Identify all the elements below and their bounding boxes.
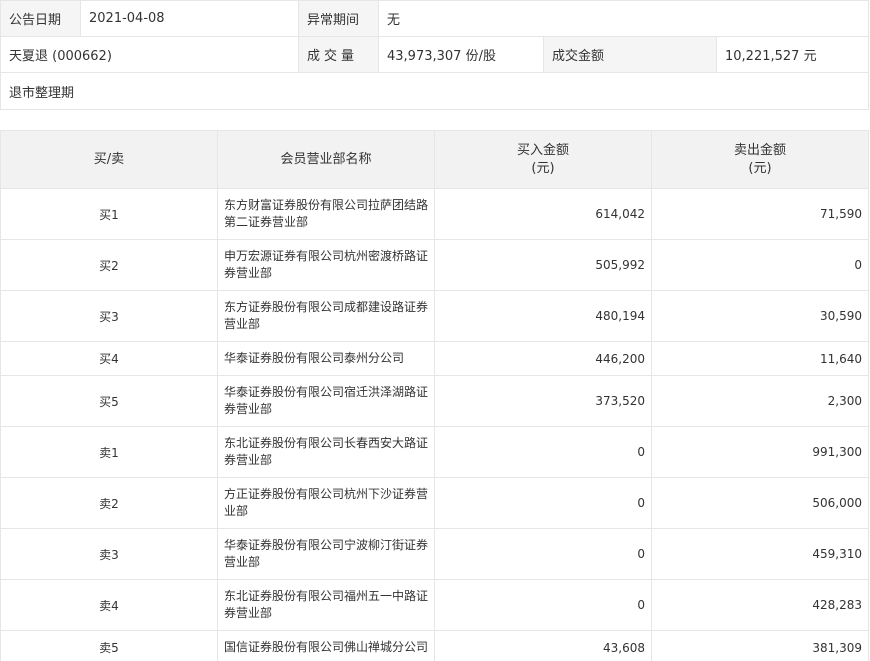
sell-amount: 11,640 [651,341,869,376]
page: 公告日期 2021-04-08 异常期间 无 天夏退 (000662) 成交量 … [0,0,870,661]
sell-amount: 2,300 [651,375,869,427]
announce-date-value: 2021-04-08 [80,0,299,37]
abnormal-period-value: 无 [377,0,870,37]
broker-name: 华泰证券股份有限公司宁波柳汀街证券营业部 [217,528,435,580]
table-row: 买5 华泰证券股份有限公司宿迁洪泽湖路证券营业部 373,520 2,300 [0,375,869,427]
amount-label: 成交金额 [543,36,717,73]
broker-name: 华泰证券股份有限公司泰州分公司 [217,341,435,376]
table-row: 买1 东方财富证券股份有限公司拉萨团结路第二证券营业部 614,042 71,5… [0,188,869,240]
trade-side: 买1 [0,188,218,240]
amount-value: 10,221,527 元 [715,36,870,73]
sell-amount: 991,300 [651,426,869,478]
trade-side: 买2 [0,239,218,291]
table-row: 卖2 方正证券股份有限公司杭州下沙证券营业部 0 506,000 [0,477,869,529]
table-row: 卖5 国信证券股份有限公司佛山禅城分公司 43,608 381,309 [0,630,869,661]
buy-amount: 0 [434,477,652,529]
broker-name: 华泰证券股份有限公司宿迁洪泽湖路证券营业部 [217,375,435,427]
header-side: 买/卖 [0,130,218,189]
sell-amount: 459,310 [651,528,869,580]
table-row: 买4 华泰证券股份有限公司泰州分公司 446,200 11,640 [0,341,869,376]
trade-side: 买3 [0,290,218,342]
trade-side: 卖2 [0,477,218,529]
stock-name: 天夏退 (000662) [0,36,299,73]
broker-name: 东北证券股份有限公司福州五一中路证券营业部 [217,579,435,631]
table-row: 卖3 华泰证券股份有限公司宁波柳汀街证券营业部 0 459,310 [0,528,869,580]
broker-name: 东北证券股份有限公司长春西安大路证券营业部 [217,426,435,478]
broker-name: 东方证券股份有限公司成都建设路证券营业部 [217,290,435,342]
buy-amount: 0 [434,579,652,631]
abnormal-period-label: 异常期间 [298,0,379,37]
header-broker: 会员营业部名称 [217,130,435,189]
header-buy-amount: 买入金额 (元) [434,130,652,189]
trade-side: 买5 [0,375,218,427]
trades-header-row: 买/卖 会员营业部名称 买入金额 (元) 卖出金额 (元) [0,130,869,189]
broker-name: 方正证券股份有限公司杭州下沙证券营业部 [217,477,435,529]
header-sell-amount: 卖出金额 (元) [651,130,869,189]
announcement-info-table: 公告日期 2021-04-08 异常期间 无 天夏退 (000662) 成交量 … [0,0,870,110]
table-row: 卖4 东北证券股份有限公司福州五一中路证券营业部 0 428,283 [0,579,869,631]
buy-amount: 43,608 [434,630,652,661]
sell-amount: 71,590 [651,188,869,240]
broker-trades-table: 买/卖 会员营业部名称 买入金额 (元) 卖出金额 (元) 买1 东方财富证券股… [0,130,869,661]
trade-side: 卖4 [0,579,218,631]
table-row: 卖1 东北证券股份有限公司长春西安大路证券营业部 0 991,300 [0,426,869,478]
buy-amount: 0 [434,528,652,580]
buy-amount: 614,042 [434,188,652,240]
sell-amount: 428,283 [651,579,869,631]
buy-amount: 505,992 [434,239,652,291]
abnormal-reason: 退市整理期 [0,72,870,110]
announce-date-label: 公告日期 [0,0,81,37]
trade-side: 买4 [0,341,218,376]
broker-name: 申万宏源证券有限公司杭州密渡桥路证券营业部 [217,239,435,291]
volume-label: 成交量 [298,36,379,73]
trade-side: 卖5 [0,630,218,661]
volume-value: 43,973,307 份/股 [378,36,544,73]
trade-side: 卖3 [0,528,218,580]
buy-amount: 480,194 [434,290,652,342]
broker-name: 东方财富证券股份有限公司拉萨团结路第二证券营业部 [217,188,435,240]
sell-amount: 381,309 [651,630,869,661]
sell-amount: 30,590 [651,290,869,342]
table-row: 买3 东方证券股份有限公司成都建设路证券营业部 480,194 30,590 [0,290,869,342]
broker-name: 国信证券股份有限公司佛山禅城分公司 [217,630,435,661]
table-row: 买2 申万宏源证券有限公司杭州密渡桥路证券营业部 505,992 0 [0,239,869,291]
buy-amount: 373,520 [434,375,652,427]
sell-amount: 506,000 [651,477,869,529]
sell-amount: 0 [651,239,869,291]
trade-side: 卖1 [0,426,218,478]
buy-amount: 446,200 [434,341,652,376]
buy-amount: 0 [434,426,652,478]
